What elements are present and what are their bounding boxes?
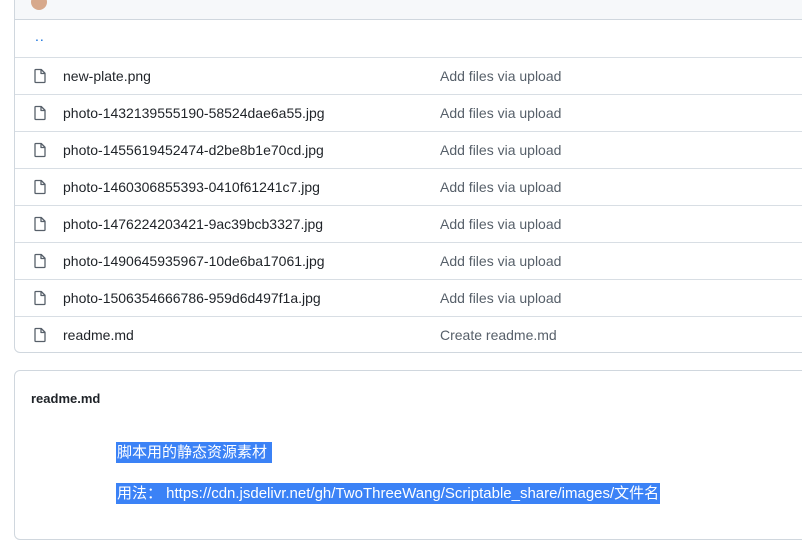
readme-title: readme.md [31,391,101,406]
commit-message-link[interactable]: Add files via upload [440,142,561,158]
file-icon [34,327,46,343]
readme-box: readme.md 脚本用的静态资源素材 用法： https://cdn.jsd… [14,370,802,540]
readme-description: 脚本用的静态资源素材 [116,442,273,463]
file-name-link[interactable]: photo-1506354666786-959d6d497f1a.jpg [63,290,321,306]
file-name-link[interactable]: photo-1455619452474-d2be8b1e70cd.jpg [63,142,324,158]
file-row[interactable]: photo-1460306855393-0410f61241c7.jpg Add … [15,168,802,205]
file-icon [34,105,46,121]
file-name-link[interactable]: photo-1432139555190-58524dae6a55.jpg [63,105,325,121]
file-name-link[interactable]: photo-1476224203421-9ac39bcb3327.jpg [63,216,323,232]
file-name-link[interactable]: new-plate.png [63,68,151,84]
commit-message-link[interactable]: Add files via upload [440,68,561,84]
file-icon [34,179,46,195]
file-row[interactable]: photo-1506354666786-959d6d497f1a.jpg Add … [15,279,802,316]
file-name-link[interactable]: photo-1490645935967-10de6ba17061.jpg [63,253,325,269]
file-row[interactable]: new-plate.png Add files via upload [15,57,802,94]
file-row[interactable]: photo-1455619452474-d2be8b1e70cd.jpg Add … [15,131,802,168]
file-name-link[interactable]: photo-1460306855393-0410f61241c7.jpg [63,179,320,195]
latest-commit-bar [15,0,802,20]
file-name-link[interactable]: readme.md [63,327,134,343]
commit-message-link[interactable]: Create readme.md [440,327,557,343]
file-row[interactable]: photo-1432139555190-58524dae6a55.jpg Add … [15,94,802,131]
file-list-box: .. new-plate.png Add files via upload phot… [14,0,802,353]
file-icon [34,253,46,269]
readme-usage: 用法： https://cdn.jsdelivr.net/gh/TwoThree… [116,483,661,504]
commit-message-link[interactable]: Add files via upload [440,216,561,232]
commit-message-link[interactable]: Add files via upload [440,105,561,121]
parent-directory-row[interactable]: .. [15,20,802,57]
file-icon [34,216,46,232]
commit-message-link[interactable]: Add files via upload [440,253,561,269]
file-row[interactable]: readme.md Create readme.md [15,316,802,352]
commit-message-link[interactable]: Add files via upload [440,290,561,306]
commit-message-link[interactable]: Add files via upload [440,179,561,195]
parent-directory-link[interactable]: .. [35,28,45,44]
file-icon [34,142,46,158]
avatar[interactable] [31,0,47,10]
file-icon [34,290,46,306]
file-row[interactable]: photo-1476224203421-9ac39bcb3327.jpg Add … [15,205,802,242]
file-row[interactable]: photo-1490645935967-10de6ba17061.jpg Add … [15,242,802,279]
file-icon [34,68,46,84]
